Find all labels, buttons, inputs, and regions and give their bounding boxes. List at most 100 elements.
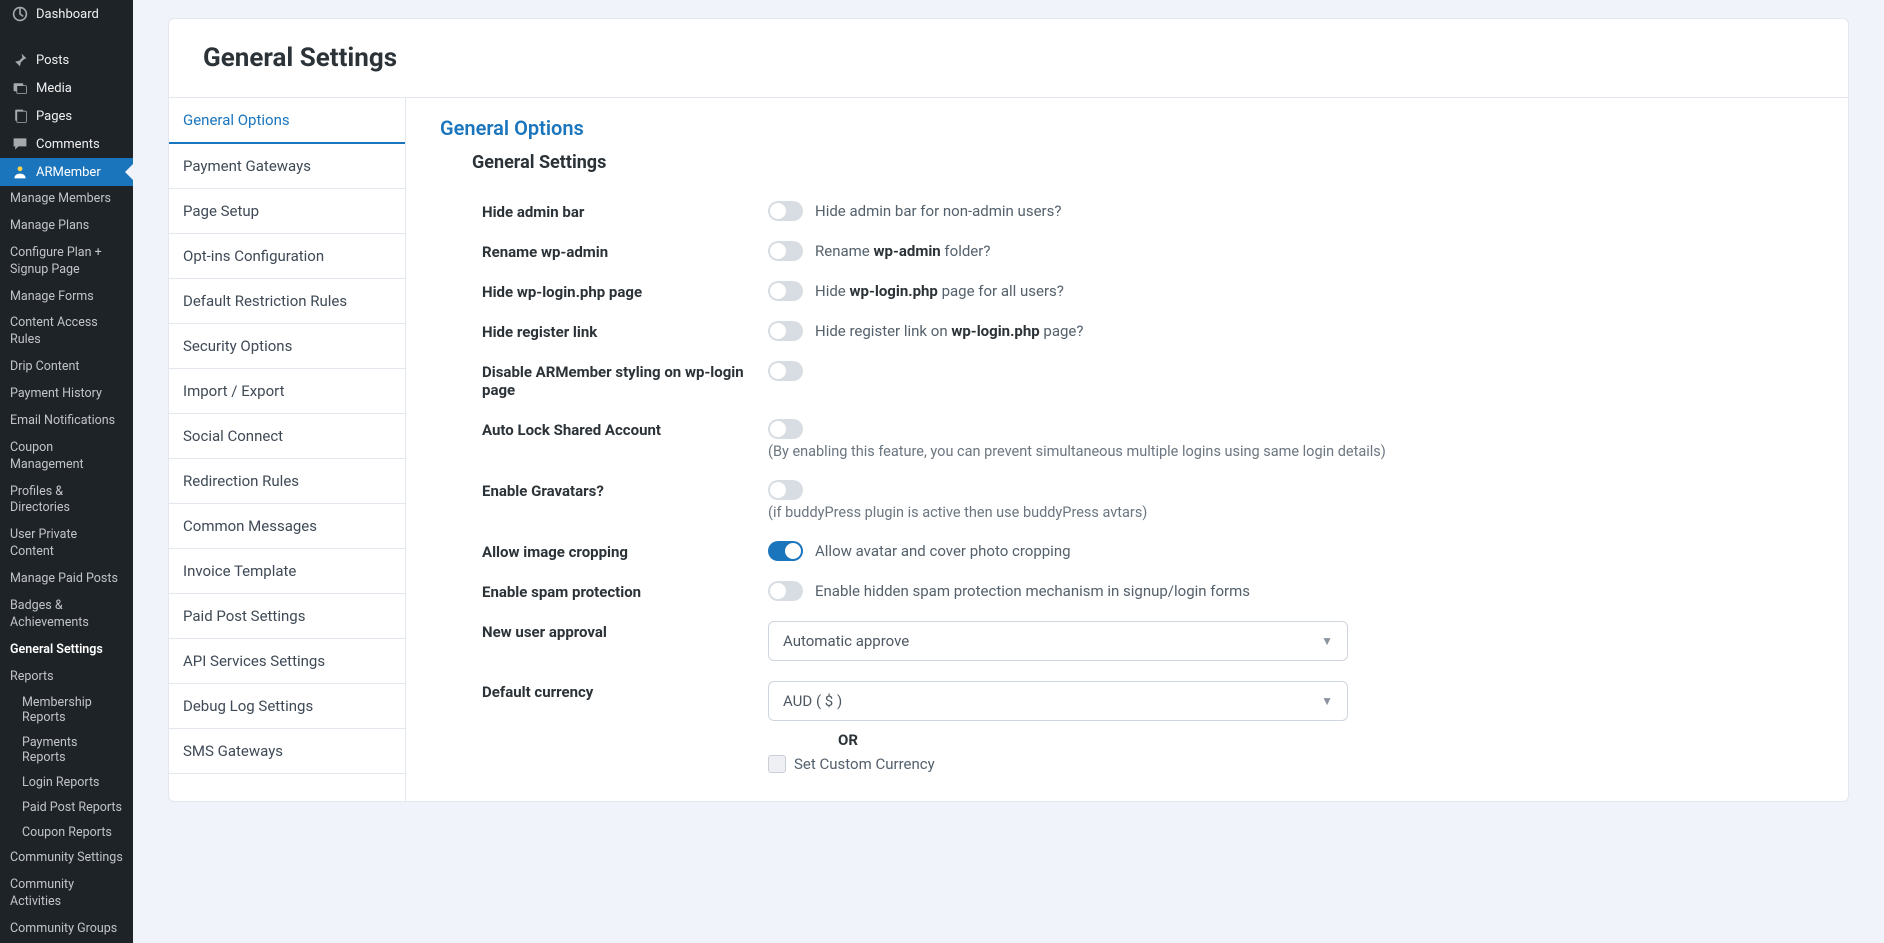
settings-tab[interactable]: Page Setup <box>169 189 405 234</box>
setting-help: (By enabling this feature, you can preve… <box>768 443 1814 460</box>
toggle-hide-wp-login[interactable] <box>768 281 803 301</box>
dashboard-icon <box>10 6 30 22</box>
settings-tab[interactable]: API Services Settings <box>169 639 405 684</box>
menu-dashboard[interactable]: Dashboard <box>0 0 133 28</box>
reports-submenu: Membership ReportsPayments ReportsLogin … <box>0 690 133 845</box>
settings-tab[interactable]: Paid Post Settings <box>169 594 405 639</box>
row-rename-wp-admin: Rename wp-admin Rename wp-admin folder? <box>440 231 1814 271</box>
armember-sub-item[interactable]: Manage Plans <box>0 213 133 240</box>
menu-label: Comments <box>36 137 100 152</box>
menu-label: ARMember <box>36 165 101 180</box>
settings-tab[interactable]: Import / Export <box>169 369 405 414</box>
armember-submenu: Manage MembersManage PlansConfigure Plan… <box>0 186 133 690</box>
settings-tab[interactable]: Common Messages <box>169 504 405 549</box>
setting-label: Allow image cropping <box>482 541 768 561</box>
toggle-hide-register-link[interactable] <box>768 321 803 341</box>
toggle-allow-cropping[interactable] <box>768 541 803 561</box>
armember-sub-item[interactable]: Profiles & Directories <box>0 479 133 523</box>
reports-sub-item[interactable]: Coupon Reports <box>0 820 133 845</box>
page-icon <box>10 108 30 124</box>
reports-sub-item[interactable]: Paid Post Reports <box>0 795 133 820</box>
setting-label: Hide admin bar <box>482 201 768 221</box>
armember-tail-menu: Community SettingsCommunity ActivitiesCo… <box>0 845 133 943</box>
row-hide-register-link: Hide register link Hide register link on… <box>440 311 1814 351</box>
settings-tab[interactable]: Redirection Rules <box>169 459 405 504</box>
settings-tab[interactable]: Default Restriction Rules <box>169 279 405 324</box>
row-hide-wp-login: Hide wp-login.php page Hide wp-login.php… <box>440 271 1814 311</box>
armember-sub-item[interactable]: Community Activities <box>0 872 133 916</box>
setting-desc: Hide wp-login.php page for all users? <box>815 282 1064 300</box>
armember-icon <box>10 164 30 180</box>
setting-desc: Hide admin bar for non-admin users? <box>815 202 1061 220</box>
or-separator: OR <box>768 731 928 749</box>
armember-sub-item[interactable]: Email Notifications <box>0 408 133 435</box>
settings-tab[interactable]: Social Connect <box>169 414 405 459</box>
setting-label: Default currency <box>482 681 768 701</box>
menu-label: Dashboard <box>36 7 99 22</box>
settings-tab[interactable]: Payment Gateways <box>169 144 405 189</box>
row-new-user-approval: New user approval Automatic approve ▼ <box>440 611 1814 671</box>
reports-sub-item[interactable]: Login Reports <box>0 770 133 795</box>
armember-sub-item[interactable]: Manage Paid Posts <box>0 566 133 593</box>
reports-sub-item[interactable]: Payments Reports <box>0 730 133 770</box>
setting-label: New user approval <box>482 621 768 641</box>
armember-sub-item[interactable]: Manage Members <box>0 186 133 213</box>
armember-sub-item[interactable]: Payment History <box>0 381 133 408</box>
armember-sub-item[interactable]: Manage Forms <box>0 284 133 311</box>
armember-sub-item[interactable]: Reports <box>0 664 133 691</box>
settings-content: General Options General Settings Hide ad… <box>406 98 1848 801</box>
dropdown-default-currency[interactable]: AUD ( $ ) ▼ <box>768 681 1348 721</box>
armember-sub-item[interactable]: Drip Content <box>0 354 133 381</box>
armember-sub-item[interactable]: Content Access Rules <box>0 310 133 354</box>
settings-tab[interactable]: General Options <box>169 98 405 144</box>
settings-panel: General Settings General OptionsPayment … <box>168 18 1849 802</box>
menu-pages[interactable]: Pages <box>0 102 133 130</box>
menu-posts[interactable]: Posts <box>0 46 133 74</box>
settings-tab[interactable]: Invoice Template <box>169 549 405 594</box>
toggle-hide-admin-bar[interactable] <box>768 201 803 221</box>
toggle-auto-lock[interactable] <box>768 419 803 439</box>
chevron-down-icon: ▼ <box>1321 634 1333 648</box>
setting-label: Rename wp-admin <box>482 241 768 261</box>
settings-tab[interactable]: Security Options <box>169 324 405 369</box>
toggle-enable-spam[interactable] <box>768 581 803 601</box>
menu-media[interactable]: Media <box>0 74 133 102</box>
armember-sub-item[interactable]: Configure Plan + Signup Page <box>0 240 133 284</box>
setting-help: (if buddyPress plugin is active then use… <box>768 504 1814 521</box>
setting-label: Auto Lock Shared Account <box>482 419 768 439</box>
chevron-down-icon: ▼ <box>1321 694 1333 708</box>
armember-sub-item[interactable]: Coupon Management <box>0 435 133 479</box>
settings-tab[interactable]: SMS Gateways <box>169 729 405 774</box>
menu-label: Posts <box>36 53 69 68</box>
checkbox-custom-currency[interactable] <box>768 755 786 773</box>
dropdown-value: Automatic approve <box>783 632 909 650</box>
armember-sub-item[interactable]: Community Groups <box>0 916 133 943</box>
sub-section-title: General Settings <box>440 152 1814 173</box>
settings-tab[interactable]: Opt-ins Configuration <box>169 234 405 279</box>
setting-desc: Hide register link on wp-login.php page? <box>815 322 1083 340</box>
dropdown-new-user-approval[interactable]: Automatic approve ▼ <box>768 621 1348 661</box>
armember-sub-item[interactable]: General Settings <box>0 637 133 664</box>
armember-sub-item[interactable]: User Private Content <box>0 522 133 566</box>
setting-desc: Enable hidden spam protection mechanism … <box>815 582 1250 600</box>
pin-icon <box>10 52 30 68</box>
armember-sub-item[interactable]: Badges & Achievements <box>0 593 133 637</box>
setting-label: Hide register link <box>482 321 768 341</box>
menu-comments[interactable]: Comments <box>0 130 133 158</box>
toggle-enable-gravatars[interactable] <box>768 480 803 500</box>
wp-admin-sidebar: Dashboard Posts Media Pages Comments <box>0 0 133 943</box>
menu-label: Pages <box>36 109 72 124</box>
setting-desc: Allow avatar and cover photo cropping <box>815 542 1071 560</box>
toggle-disable-styling[interactable] <box>768 361 803 381</box>
setting-label: Enable Gravatars? <box>482 480 768 500</box>
settings-tabs: General OptionsPayment GatewaysPage Setu… <box>169 98 406 801</box>
setting-label: Enable spam protection <box>482 581 768 601</box>
reports-sub-item[interactable]: Membership Reports <box>0 690 133 730</box>
armember-sub-item[interactable]: Community Settings <box>0 845 133 872</box>
content-area: General Settings General OptionsPayment … <box>133 0 1884 943</box>
dropdown-value: AUD ( $ ) <box>783 692 842 710</box>
settings-tab[interactable]: Debug Log Settings <box>169 684 405 729</box>
toggle-rename-wp-admin[interactable] <box>768 241 803 261</box>
row-disable-styling: Disable ARMember styling on wp-login pag… <box>440 351 1814 409</box>
menu-armember[interactable]: ARMember <box>0 158 133 186</box>
